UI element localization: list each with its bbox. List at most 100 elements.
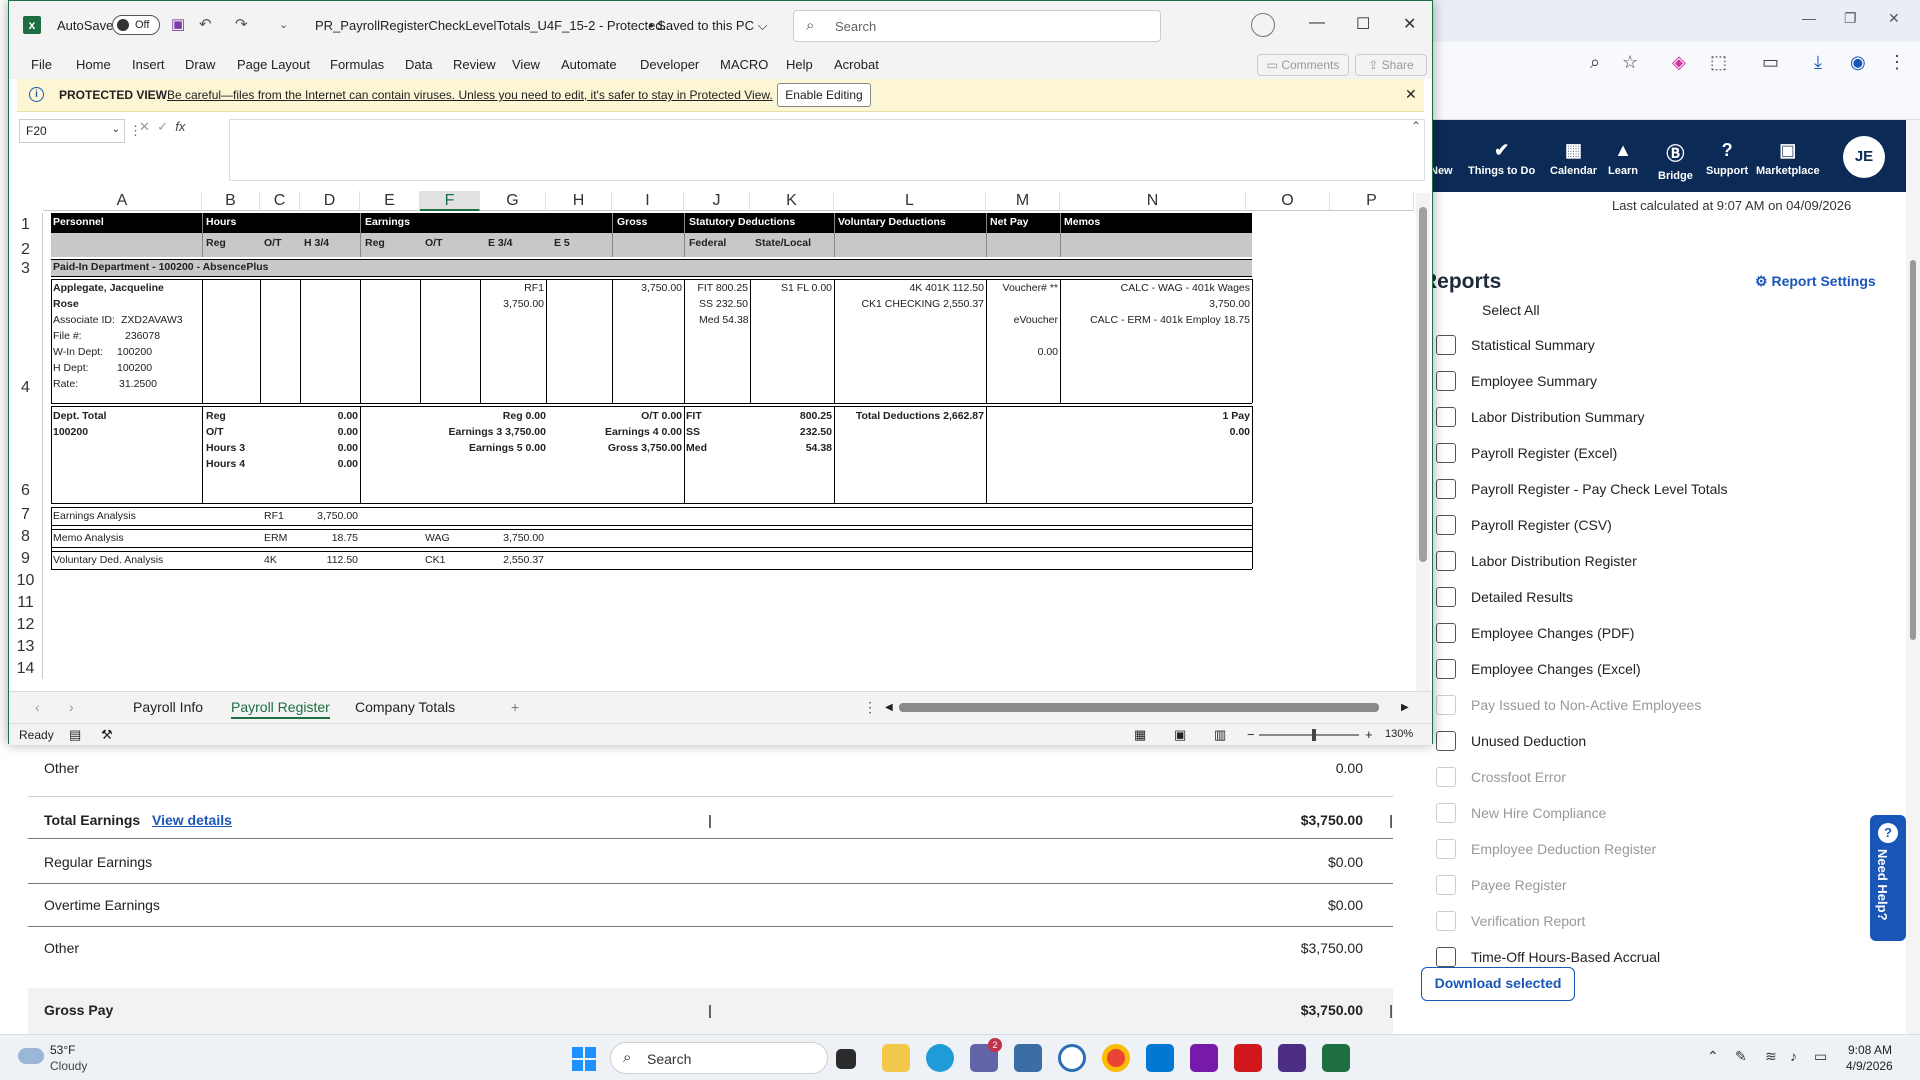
report-item[interactable]: Employee Summary [1430, 363, 1760, 399]
tab-file[interactable]: File [31, 57, 52, 72]
copilot-app-icon[interactable] [1058, 1044, 1086, 1072]
report-item[interactable]: Employee Changes (Excel) [1430, 651, 1760, 687]
tab-help[interactable]: Help [786, 57, 813, 72]
vertical-scrollbar[interactable] [1416, 193, 1430, 693]
onenote-icon[interactable] [1190, 1044, 1218, 1072]
tab-acrobat[interactable]: Acrobat [834, 57, 879, 72]
row-header-14[interactable]: 14 [9, 657, 43, 679]
nav-marketplace[interactable]: ▣ Marketplace [1756, 140, 1820, 177]
spreadsheet-grid[interactable]: A B C D E F G H I J K L M N O P 1 2 3 4 … [9, 191, 1424, 691]
tab-formulas[interactable]: Formulas [330, 57, 384, 72]
row-header-4[interactable]: 4 [9, 279, 43, 403]
report-checkbox[interactable] [1436, 443, 1456, 463]
nav-calendar[interactable]: ▦ Calendar [1550, 140, 1597, 177]
tab-review[interactable]: Review [453, 57, 496, 72]
scroll-left-icon[interactable]: ◀ [885, 702, 893, 713]
accessibility-icon[interactable]: ▤ [69, 727, 81, 743]
report-item[interactable]: Unused Deduction [1430, 723, 1760, 759]
redo-icon[interactable]: ↷ [235, 15, 248, 33]
protected-view-message[interactable]: Be careful—files from the Internet can c… [167, 88, 773, 102]
undo-icon[interactable]: ↶ [199, 15, 212, 33]
row-header-1[interactable]: 1 [9, 213, 43, 235]
tab-view[interactable]: View [512, 57, 540, 72]
report-checkbox[interactable] [1436, 623, 1456, 643]
report-checkbox[interactable] [1436, 731, 1456, 751]
autosave-toggle[interactable]: Off [112, 15, 160, 35]
more-icon[interactable]: ⋮ [1888, 52, 1906, 73]
download-icon[interactable]: ⤓ [1814, 52, 1822, 73]
report-item[interactable]: Labor Distribution Summary [1430, 399, 1760, 435]
sheet-tab-payroll-info[interactable]: Payroll Info [133, 699, 203, 715]
report-checkbox[interactable] [1436, 371, 1456, 391]
nav-support[interactable]: ? Support [1706, 140, 1748, 177]
row-header-12[interactable]: 12 [9, 613, 43, 635]
need-help-button[interactable]: ? Need Help? [1870, 815, 1906, 941]
tab-automate[interactable]: Automate [561, 57, 617, 72]
wifi-icon[interactable]: ≋ [1765, 1048, 1777, 1065]
report-settings-link[interactable]: ⚙ Report Settings [1755, 273, 1876, 290]
extensions-icon[interactable]: ⬚ [1710, 52, 1727, 73]
report-item[interactable]: Employee Changes (PDF) [1430, 615, 1760, 651]
acrobat-icon[interactable] [1234, 1044, 1262, 1072]
nav-bridge[interactable]: Ⓑ Bridge [1658, 140, 1693, 182]
col-header-l[interactable]: L [834, 191, 986, 211]
tab-draw[interactable]: Draw [185, 57, 215, 72]
report-item[interactable]: Labor Distribution Register [1430, 543, 1760, 579]
col-header-j[interactable]: J [684, 191, 750, 211]
enable-editing-button[interactable]: Enable Editing [777, 83, 871, 107]
report-item[interactable]: Payroll Register - Pay Check Level Total… [1430, 471, 1760, 507]
share-button[interactable]: ⇪ Share [1355, 54, 1427, 76]
avatar[interactable]: JE [1843, 136, 1885, 178]
col-header-k[interactable]: K [750, 191, 834, 211]
star-icon[interactable]: ☆ [1622, 52, 1638, 73]
row-header-6[interactable]: 6 [9, 403, 43, 503]
excel-icon[interactable] [1322, 1044, 1350, 1072]
zoom-out-icon[interactable]: − [1247, 727, 1255, 742]
sheet-tab-payroll-register[interactable]: Payroll Register [231, 699, 330, 719]
col-header-n[interactable]: N [1060, 191, 1246, 211]
report-checkbox[interactable] [1436, 479, 1456, 499]
add-sheet-icon[interactable]: + [511, 699, 519, 715]
profile-icon[interactable]: ◉ [1850, 52, 1866, 73]
close-icon[interactable]: ✕ [1888, 10, 1900, 27]
zoom-level[interactable]: 130% [1385, 728, 1413, 740]
clock-time[interactable]: 9:08 AM [1848, 1043, 1892, 1057]
col-header-c[interactable]: C [260, 191, 300, 211]
report-item[interactable]: Payroll Register (Excel) [1430, 435, 1760, 471]
battery-icon[interactable]: ▭ [1814, 1048, 1827, 1065]
customize-qat-icon[interactable]: ⌄ [279, 18, 288, 31]
formula-input[interactable] [229, 119, 1425, 181]
sheet-tab-company-totals[interactable]: Company Totals [355, 699, 455, 715]
col-header-b[interactable]: B [202, 191, 260, 211]
close-icon[interactable]: ✕ [1403, 14, 1416, 34]
page-layout-icon[interactable]: ▣ [1174, 727, 1186, 743]
comments-button[interactable]: ▭ Comments [1257, 54, 1349, 76]
col-header-o[interactable]: O [1246, 191, 1330, 211]
col-header-i[interactable]: I [612, 191, 684, 211]
function-icon[interactable]: fx [175, 119, 185, 134]
col-header-m[interactable]: M [986, 191, 1060, 211]
col-header-h[interactable]: H [546, 191, 612, 211]
close-icon[interactable]: ✕ [1405, 86, 1417, 103]
row-header-13[interactable]: 13 [9, 635, 43, 657]
report-item[interactable]: Payroll Register (CSV) [1430, 507, 1760, 543]
cloud-icon[interactable] [18, 1048, 44, 1064]
scroll-right-icon[interactable]: ▶ [1401, 702, 1409, 713]
nav-new[interactable]: New [1430, 140, 1453, 177]
zoom-icon[interactable]: ⌕ [1590, 52, 1600, 73]
app-icon[interactable] [1014, 1044, 1042, 1072]
col-header-e[interactable]: E [360, 191, 420, 211]
report-item[interactable]: Detailed Results [1430, 579, 1760, 615]
restore-icon[interactable]: ❐ [1844, 10, 1857, 27]
save-icon[interactable]: ▣ [171, 15, 185, 33]
report-checkbox[interactable] [1436, 551, 1456, 571]
zoom-slider[interactable] [1259, 729, 1359, 741]
copilot-icon[interactable]: ◈ [1672, 52, 1686, 73]
account-icon[interactable] [1251, 13, 1275, 37]
tab-macro[interactable]: MACRO [720, 57, 768, 72]
tab-home[interactable]: Home [76, 57, 111, 72]
maximize-icon[interactable]: ☐ [1356, 14, 1370, 34]
normal-view-icon[interactable]: ▦ [1134, 727, 1146, 743]
more-icon[interactable]: ⋮ [863, 699, 877, 716]
teams-icon[interactable]: 2 [970, 1038, 1002, 1072]
